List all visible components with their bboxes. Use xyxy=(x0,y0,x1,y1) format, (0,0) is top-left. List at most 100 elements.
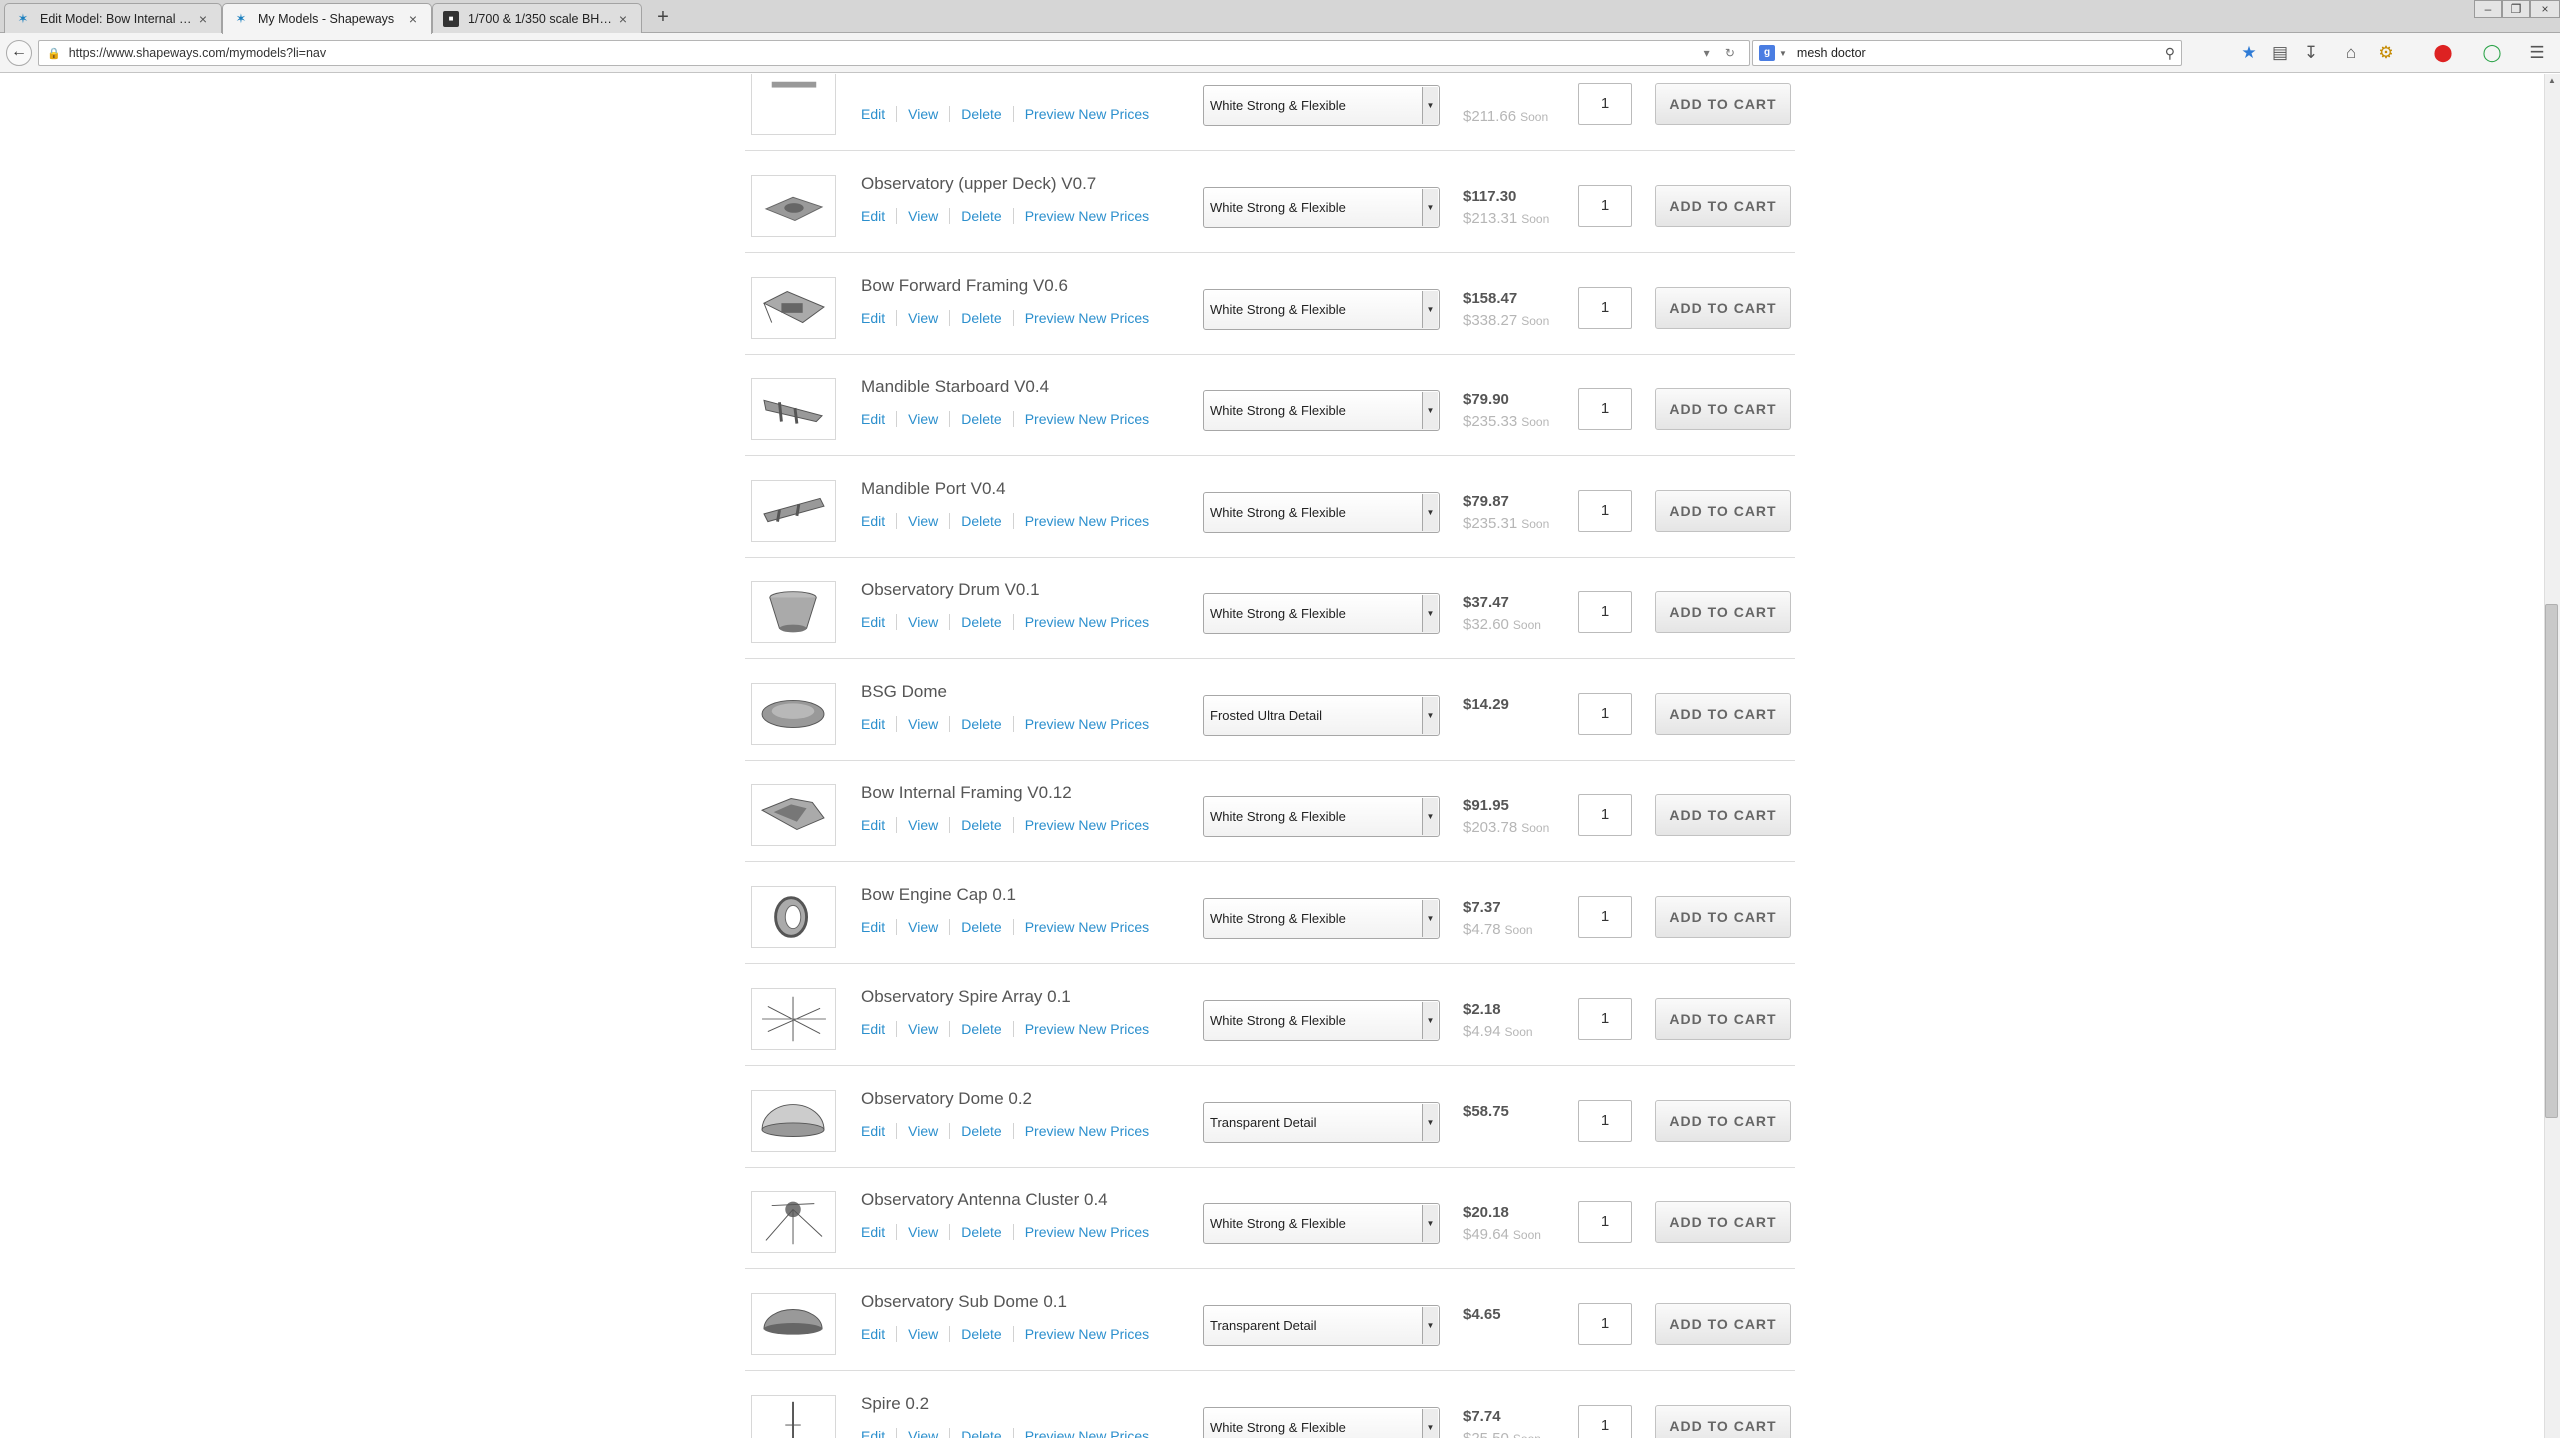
model-thumbnail[interactable] xyxy=(751,1090,836,1152)
add-to-cart-button[interactable]: ADD TO CART xyxy=(1655,490,1791,532)
material-select[interactable]: White Strong & Flexible ▼ xyxy=(1203,796,1440,837)
dropdown-arrow-icon[interactable]: ▼ xyxy=(1422,798,1438,835)
delete-link[interactable]: Delete xyxy=(949,919,1012,935)
quantity-input[interactable]: 1 xyxy=(1578,794,1632,836)
preview-new-prices-link[interactable]: Preview New Prices xyxy=(1012,208,1160,224)
view-link[interactable]: View xyxy=(896,716,949,732)
view-link[interactable]: View xyxy=(896,1326,949,1342)
menu-icon[interactable]: ☰ xyxy=(2526,42,2548,64)
model-thumbnail[interactable] xyxy=(751,784,836,846)
edit-link[interactable]: Edit xyxy=(861,106,896,122)
quantity-input[interactable]: 1 xyxy=(1578,490,1632,532)
edit-link[interactable]: Edit xyxy=(861,1326,896,1342)
model-thumbnail[interactable] xyxy=(751,480,836,542)
material-select[interactable]: White Strong & Flexible ▼ xyxy=(1203,492,1440,533)
model-name[interactable]: Observatory Drum V0.1 xyxy=(861,580,1040,600)
material-select[interactable]: White Strong & Flexible ▼ xyxy=(1203,1000,1440,1041)
home-icon[interactable]: ⌂ xyxy=(2340,42,2362,64)
edit-link[interactable]: Edit xyxy=(861,1428,896,1438)
model-name[interactable]: Observatory Dome 0.2 xyxy=(861,1089,1032,1109)
new-tab-button[interactable]: + xyxy=(652,4,674,30)
quantity-input[interactable]: 1 xyxy=(1578,1100,1632,1142)
model-thumbnail[interactable] xyxy=(751,378,836,440)
quantity-input[interactable]: 1 xyxy=(1578,1201,1632,1243)
back-button[interactable]: ← xyxy=(6,40,32,66)
material-select[interactable]: Frosted Ultra Detail ▼ xyxy=(1203,695,1440,736)
quantity-input[interactable]: 1 xyxy=(1578,83,1632,125)
download-icon[interactable]: ↧ xyxy=(2300,42,2322,64)
model-thumbnail[interactable] xyxy=(751,1293,836,1355)
tab-edit-model[interactable]: ✶ Edit Model: Bow Internal Fr... × xyxy=(4,3,222,33)
dropdown-arrow-icon[interactable]: ▼ xyxy=(1422,1002,1438,1039)
delete-link[interactable]: Delete xyxy=(949,106,1012,122)
minimize-button[interactable]: – xyxy=(2474,0,2502,18)
model-thumbnail[interactable] xyxy=(751,1395,836,1438)
model-name[interactable]: Mandible Starboard V0.4 xyxy=(861,377,1049,397)
preview-new-prices-link[interactable]: Preview New Prices xyxy=(1012,1123,1160,1139)
view-link[interactable]: View xyxy=(896,817,949,833)
model-thumbnail[interactable] xyxy=(751,277,836,339)
model-thumbnail[interactable] xyxy=(751,581,836,643)
restore-button[interactable]: ❐ xyxy=(2502,0,2530,18)
close-tab-icon[interactable]: × xyxy=(405,11,421,27)
delete-link[interactable]: Delete xyxy=(949,310,1012,326)
preview-new-prices-link[interactable]: Preview New Prices xyxy=(1012,106,1160,122)
delete-link[interactable]: Delete xyxy=(949,411,1012,427)
preview-new-prices-link[interactable]: Preview New Prices xyxy=(1012,1428,1160,1438)
delete-link[interactable]: Delete xyxy=(949,208,1012,224)
delete-link[interactable]: Delete xyxy=(949,817,1012,833)
edit-link[interactable]: Edit xyxy=(861,310,896,326)
model-name[interactable]: Observatory (upper Deck) V0.7 xyxy=(861,174,1096,194)
close-window-button[interactable]: × xyxy=(2530,0,2560,18)
view-link[interactable]: View xyxy=(896,919,949,935)
model-thumbnail[interactable] xyxy=(751,886,836,948)
material-select[interactable]: White Strong & Flexible ▼ xyxy=(1203,289,1440,330)
extension-icon[interactable]: ⚙ xyxy=(2375,42,2397,64)
view-link[interactable]: View xyxy=(896,310,949,326)
view-link[interactable]: View xyxy=(896,411,949,427)
model-thumbnail[interactable] xyxy=(751,175,836,237)
preview-new-prices-link[interactable]: Preview New Prices xyxy=(1012,919,1160,935)
quantity-input[interactable]: 1 xyxy=(1578,287,1632,329)
dropdown-arrow-icon[interactable]: ▼ xyxy=(1422,392,1438,429)
edit-link[interactable]: Edit xyxy=(861,513,896,529)
edit-link[interactable]: Edit xyxy=(861,411,896,427)
quantity-input[interactable]: 1 xyxy=(1578,388,1632,430)
dropdown-arrow-icon[interactable]: ▼ xyxy=(1422,189,1438,226)
add-to-cart-button[interactable]: ADD TO CART xyxy=(1655,1405,1791,1438)
material-select[interactable]: White Strong & Flexible ▼ xyxy=(1203,1203,1440,1244)
preview-new-prices-link[interactable]: Preview New Prices xyxy=(1012,716,1160,732)
edit-link[interactable]: Edit xyxy=(861,1123,896,1139)
view-link[interactable]: View xyxy=(896,1428,949,1438)
dropdown-arrow-icon[interactable]: ▼ xyxy=(1422,595,1438,632)
adblock-icon[interactable]: ⬤ xyxy=(2432,42,2454,64)
dropdown-arrow-icon[interactable]: ▼ xyxy=(1422,1307,1438,1344)
add-to-cart-button[interactable]: ADD TO CART xyxy=(1655,693,1791,735)
material-select[interactable]: White Strong & Flexible ▼ xyxy=(1203,898,1440,939)
quantity-input[interactable]: 1 xyxy=(1578,591,1632,633)
reading-list-icon[interactable]: ▤ xyxy=(2269,42,2291,64)
dropdown-arrow-icon[interactable]: ▼ xyxy=(1422,1205,1438,1242)
dropdown-arrow-icon[interactable]: ▼ xyxy=(1422,697,1438,734)
delete-link[interactable]: Delete xyxy=(949,1224,1012,1240)
delete-link[interactable]: Delete xyxy=(949,1428,1012,1438)
quantity-input[interactable]: 1 xyxy=(1578,185,1632,227)
dropdown-arrow-icon[interactable]: ▼ xyxy=(1422,900,1438,937)
view-link[interactable]: View xyxy=(896,513,949,529)
material-select[interactable]: Transparent Detail ▼ xyxy=(1203,1102,1440,1143)
add-to-cart-button[interactable]: ADD TO CART xyxy=(1655,185,1791,227)
edit-link[interactable]: Edit xyxy=(861,208,896,224)
url-bar[interactable]: 🔒 https://www.shapeways.com/mymodels?li=… xyxy=(38,40,1750,66)
model-thumbnail[interactable] xyxy=(751,74,836,135)
edit-link[interactable]: Edit xyxy=(861,716,896,732)
tab-my-models[interactable]: ✶ My Models - Shapeways × xyxy=(222,3,432,34)
model-name[interactable]: Bow Engine Cap 0.1 xyxy=(861,885,1016,905)
search-bar[interactable]: g ▼ mesh doctor ⚲ xyxy=(1752,40,2182,66)
model-name[interactable]: Observatory Spire Array 0.1 xyxy=(861,987,1071,1007)
add-to-cart-button[interactable]: ADD TO CART xyxy=(1655,1100,1791,1142)
model-name[interactable]: Observatory Sub Dome 0.1 xyxy=(861,1292,1067,1312)
view-link[interactable]: View xyxy=(896,1123,949,1139)
tab-forum[interactable]: ■ 1/700 & 1/350 scale BH Cy... × xyxy=(432,3,642,33)
close-tab-icon[interactable]: × xyxy=(195,11,211,27)
view-link[interactable]: View xyxy=(896,1021,949,1037)
